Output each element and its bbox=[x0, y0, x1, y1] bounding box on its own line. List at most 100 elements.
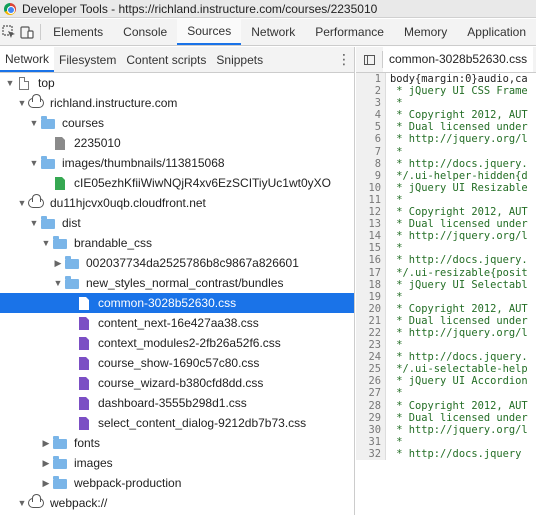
code-line: * bbox=[390, 193, 403, 206]
line-number: 22 bbox=[368, 326, 381, 339]
inspect-element-icon[interactable] bbox=[0, 19, 18, 45]
tree-item[interactable]: ▶ images bbox=[0, 453, 354, 473]
tree-item[interactable]: ▶ fonts bbox=[0, 433, 354, 453]
folder-icon bbox=[40, 116, 56, 130]
image-file-icon bbox=[52, 176, 68, 190]
tree-item[interactable]: 2235010 bbox=[0, 133, 354, 153]
tree-item[interactable]: ▶ 002037734da2525786b8c9867a826601 bbox=[0, 253, 354, 273]
expand-arrow-down-icon[interactable]: ▼ bbox=[16, 198, 28, 208]
line-number: 25 bbox=[368, 363, 381, 376]
tree-item[interactable]: course_show-1690c57c80.css bbox=[0, 353, 354, 373]
folder-icon bbox=[52, 436, 68, 450]
subtab-network[interactable]: Network bbox=[0, 47, 55, 72]
tab-application[interactable]: Application bbox=[457, 19, 536, 45]
code-line: * bbox=[390, 145, 403, 158]
tab-performance[interactable]: Performance bbox=[305, 19, 394, 45]
folder-icon bbox=[52, 236, 68, 250]
line-number: 19 bbox=[368, 290, 381, 303]
expand-arrow-down-icon[interactable]: ▼ bbox=[28, 218, 40, 228]
tree-item-label: 002037734da2525786b8c9867a826601 bbox=[86, 256, 299, 270]
code-line: * http://jquery.org/l bbox=[390, 133, 528, 146]
expand-arrow-right-icon[interactable]: ▶ bbox=[40, 458, 52, 469]
tree-item-label: course_wizard-b380cfd8dd.css bbox=[98, 376, 264, 390]
tree-item[interactable]: course_wizard-b380cfd8dd.css bbox=[0, 373, 354, 393]
expand-arrow-down-icon[interactable]: ▼ bbox=[40, 238, 52, 248]
expand-arrow-down-icon[interactable]: ▼ bbox=[28, 118, 40, 128]
line-number-gutter: 1 2 3 4 5 6 7 8 9 10 11 12 13 14 15 16 17 18 19 20 21 22 23 24 2… bbox=[356, 73, 386, 460]
sources-navigator: Network Filesystem Content scripts Snipp… bbox=[0, 47, 355, 515]
device-toolbar-icon[interactable] bbox=[18, 19, 36, 45]
expand-arrow-right-icon[interactable]: ▶ bbox=[52, 258, 64, 269]
expand-arrow-right-icon[interactable]: ▶ bbox=[40, 438, 52, 449]
tree-item[interactable]: ▼ courses bbox=[0, 113, 354, 133]
devtools-main-tabbar: Elements Console Sources Network Perform… bbox=[0, 19, 536, 46]
css-file-icon bbox=[76, 356, 92, 370]
code-line: * Copyright 2012, AUT bbox=[390, 109, 528, 122]
code-editor[interactable]: 1 2 3 4 5 6 7 8 9 10 11 12 13 14 15 16 17 18 19 20 21 22 23 24 2… bbox=[356, 73, 536, 460]
tab-elements[interactable]: Elements bbox=[43, 19, 113, 45]
expand-arrow-down-icon[interactable]: ▼ bbox=[16, 498, 28, 508]
line-number: 21 bbox=[368, 314, 381, 327]
line-number: 12 bbox=[368, 206, 381, 219]
expand-arrow-right-icon[interactable]: ▶ bbox=[40, 478, 52, 489]
editor-file-tab[interactable]: common-3028b52630.css bbox=[383, 47, 534, 72]
code-content[interactable]: body{margin:0}audio,ca * jQuery UI CSS F… bbox=[386, 73, 528, 460]
tree-item[interactable]: cIE05ezhKfiiWiwNQjR4xv6EzSCITiyUc1wt0yXO bbox=[0, 173, 354, 193]
tree-item-label: common-3028b52630.css bbox=[98, 296, 237, 310]
line-number: 18 bbox=[368, 278, 381, 291]
code-line: * bbox=[390, 387, 403, 400]
folder-icon bbox=[64, 276, 80, 290]
code-line: * Dual licensed under bbox=[390, 218, 528, 231]
expand-arrow-down-icon[interactable]: ▼ bbox=[28, 158, 40, 168]
tree-item[interactable]: ▼ brandable_css bbox=[0, 233, 354, 253]
file-tree: ▼ top ▼ richland.instructure.com ▼ courses 223… bbox=[0, 73, 354, 513]
subtab-filesystem[interactable]: Filesystem bbox=[54, 47, 121, 72]
line-number: 2 bbox=[374, 85, 381, 98]
tree-item[interactable]: content_next-16e427aa38.css bbox=[0, 313, 354, 333]
tree-item[interactable]: ▼ webpack:// bbox=[0, 493, 354, 513]
line-number: 13 bbox=[368, 218, 381, 231]
css-file-icon bbox=[76, 296, 92, 310]
tree-item-label: fonts bbox=[74, 436, 101, 450]
expand-arrow-down-icon[interactable]: ▼ bbox=[16, 98, 28, 108]
code-line: * http://jquery.org/l bbox=[390, 423, 528, 436]
kebab-menu-icon[interactable]: ⋮ bbox=[334, 47, 354, 72]
tree-item[interactable]: ▼ richland.instructure.com bbox=[0, 93, 354, 113]
tree-item-label: images/thumbnails/113815068 bbox=[62, 156, 225, 170]
tab-network[interactable]: Network bbox=[241, 19, 305, 45]
toggle-navigator-icon[interactable] bbox=[356, 47, 382, 72]
tree-item[interactable]: ▼ dist bbox=[0, 213, 354, 233]
tree-item[interactable]: ▼ du11hjcvx0uqb.cloudfront.net bbox=[0, 193, 354, 213]
expand-arrow-down-icon[interactable]: ▼ bbox=[52, 278, 64, 288]
tree-item-label: images bbox=[74, 456, 113, 470]
folder-icon bbox=[64, 256, 80, 270]
tab-sources[interactable]: Sources bbox=[177, 19, 242, 45]
line-number: 11 bbox=[368, 193, 381, 206]
tree-item-selected[interactable]: common-3028b52630.css bbox=[0, 293, 354, 313]
tree-item[interactable]: select_content_dialog-9212db7b73.css bbox=[0, 413, 354, 433]
tree-item[interactable]: ▼ new_styles_normal_contrast/bundles bbox=[0, 273, 354, 293]
tree-item-label: new_styles_normal_contrast/bundles bbox=[86, 276, 284, 290]
expand-arrow-down-icon[interactable]: ▼ bbox=[4, 78, 16, 88]
tree-item-label: webpack:// bbox=[50, 496, 108, 510]
subtab-snippets[interactable]: Snippets bbox=[211, 47, 268, 72]
tree-item-label: dist bbox=[62, 216, 81, 230]
tab-memory[interactable]: Memory bbox=[394, 19, 457, 45]
line-number: 32 bbox=[368, 447, 381, 460]
editor-tabbar: common-3028b52630.css bbox=[356, 47, 536, 73]
chrome-logo-icon bbox=[4, 2, 16, 15]
tree-item[interactable]: context_modules2-2fb26a52f6.css bbox=[0, 333, 354, 353]
folder-icon bbox=[52, 476, 68, 490]
tree-item[interactable]: dashboard-3555b298d1.css bbox=[0, 393, 354, 413]
line-number: 31 bbox=[368, 435, 381, 448]
folder-icon bbox=[40, 216, 56, 230]
tab-console[interactable]: Console bbox=[113, 19, 177, 45]
subtab-content-scripts[interactable]: Content scripts bbox=[121, 47, 211, 72]
line-number: 28 bbox=[368, 399, 381, 412]
tree-item[interactable]: ▶ webpack-production bbox=[0, 473, 354, 493]
code-line: * http://docs.jquery bbox=[390, 447, 522, 460]
line-number: 3 bbox=[374, 97, 381, 110]
tree-item[interactable]: ▼ images/thumbnails/113815068 bbox=[0, 153, 354, 173]
tree-item-label: context_modules2-2fb26a52f6.css bbox=[98, 336, 281, 350]
tree-item[interactable]: ▼ top bbox=[0, 73, 354, 93]
